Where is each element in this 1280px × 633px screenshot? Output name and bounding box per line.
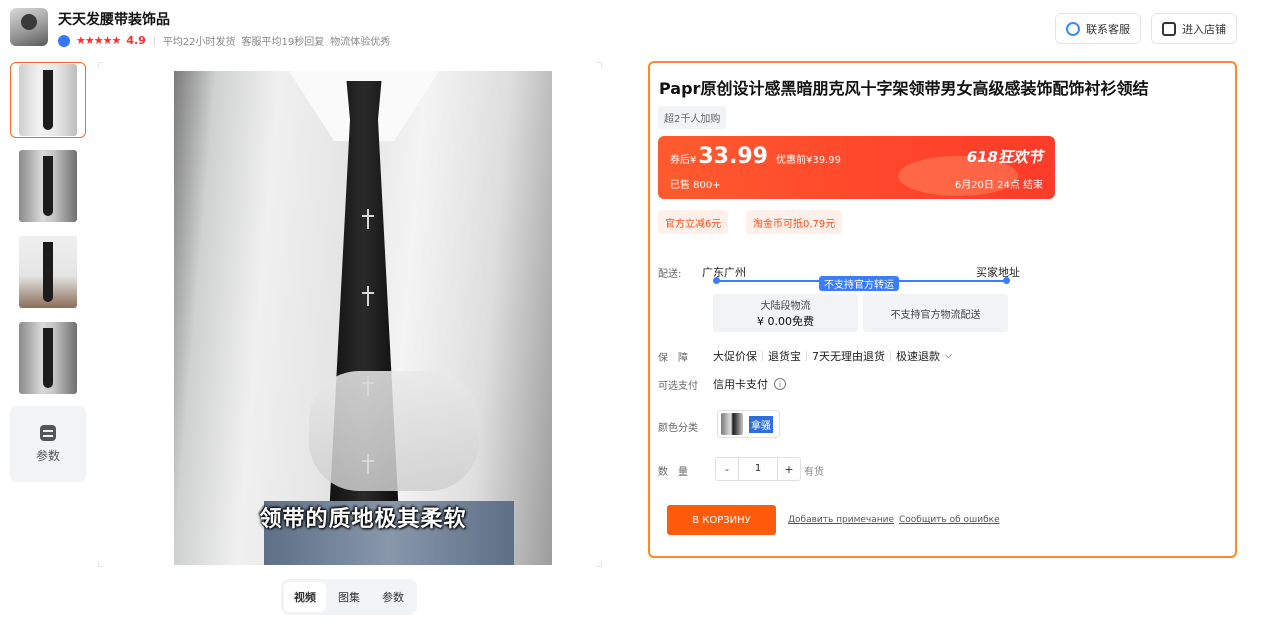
shipping-option-title: 大陆段物流 <box>760 301 811 312</box>
report-error-link[interactable]: Сообщить об ошибке <box>899 515 1000 525</box>
payment-label: 可选支付 <box>658 381 698 392</box>
thumbnail-image <box>19 322 77 394</box>
price-row: 券后¥ 33.99 优惠前¥39.99 <box>670 144 841 169</box>
price-prefix: 券后¥ <box>670 155 697 166</box>
media-tabs: 视频 图集 参数 <box>281 579 417 615</box>
shipping-label: 配送: <box>658 269 682 280</box>
price-banner: 券后¥ 33.99 优惠前¥39.99 已售 800+ 618狂欢节 6月20日… <box>658 136 1055 199</box>
necktie <box>329 81 399 565</box>
transship-notice: 不支持官方转运 <box>819 276 899 291</box>
shipping-option-mainland[interactable]: 大陆段物流 ¥ 0.00免费 <box>713 294 858 332</box>
cart-count-tag: 超2千人加购 <box>658 106 727 129</box>
divider <box>806 351 807 361</box>
tab-params[interactable]: 参数 <box>372 582 414 612</box>
payment-value: 信用卡支付 i <box>713 376 786 392</box>
add-to-cart-button[interactable]: В КОРЗИНУ <box>667 505 776 535</box>
color-swatch <box>721 413 743 435</box>
color-option-name: 拿骚 <box>749 415 773 433</box>
divider <box>762 351 763 361</box>
price-value: 33.99 <box>698 144 768 169</box>
main-product-image[interactable]: 领带的质地极其柔软 <box>174 71 552 565</box>
thumbnail-image <box>19 150 77 222</box>
video-caption: 领带的质地极其柔软 <box>259 506 467 532</box>
divider <box>890 351 891 361</box>
payment-method: 信用卡支付 <box>713 378 768 391</box>
sold-count: 已售 800+ <box>670 180 721 191</box>
shop-name[interactable]: 天天发腰带装饰品 <box>58 9 170 29</box>
shop-meta-logistics: 物流体验优秀 <box>330 37 391 48</box>
coupon-taojinbi[interactable]: 淘金币可抵0.79元 <box>746 210 843 234</box>
shop-badge-icon <box>58 34 70 47</box>
params-label: 参数 <box>35 448 60 463</box>
quantity-minus-button[interactable]: - <box>716 458 738 480</box>
color-label: 颜色分类 <box>658 423 698 434</box>
thumbnail-image <box>19 236 77 308</box>
quantity-plus-button[interactable]: + <box>778 458 800 480</box>
contact-service-button[interactable]: 联系客服 <box>1055 13 1141 44</box>
price-before-discount: 优惠前¥39.99 <box>775 155 841 166</box>
thumbnail-3[interactable] <box>10 234 86 310</box>
hands <box>309 371 479 491</box>
cross-emblem <box>362 454 374 474</box>
product-title: Papr原创设计感黑暗朋克风十字架领带男女高级感装饰配饰衬衫领结 <box>659 79 1149 98</box>
ship-from: 广东广州 <box>702 266 746 279</box>
shipping-option-official[interactable]: 不支持官方物流配送 <box>863 294 1008 332</box>
frame-corner <box>596 561 602 567</box>
thumbnail-list: 参数 <box>10 62 86 482</box>
tab-gallery[interactable]: 图集 <box>328 582 370 612</box>
event-name: 618狂欢节 <box>966 148 1043 166</box>
stock-status: 有货 <box>804 467 824 478</box>
divider <box>153 35 155 46</box>
quantity-label: 数 量 <box>658 467 688 478</box>
contact-service-label: 联系客服 <box>1086 22 1130 36</box>
thumbnail-1[interactable] <box>10 62 86 138</box>
ship-to[interactable]: 买家地址 <box>976 264 1020 280</box>
route-start-dot <box>713 277 720 284</box>
route-end-dot <box>1003 277 1010 284</box>
thumbnail-image <box>19 64 77 136</box>
guarantee-item: 大促价保 <box>713 350 757 363</box>
shipping-fee: ¥ 0.00免费 <box>757 315 814 328</box>
shop-meta-reply: 客服平均19秒回复 <box>241 37 325 48</box>
thumbnail-2[interactable] <box>10 148 86 224</box>
params-icon <box>40 424 56 441</box>
thumbnail-4[interactable] <box>10 320 86 396</box>
shop-meta-shipping: 平均22小时发货 <box>162 37 236 48</box>
event-end: 6月20日 24点 结束 <box>954 180 1043 191</box>
shop-rating: 4.9 <box>126 34 146 47</box>
enter-store-button[interactable]: 进入店铺 <box>1151 13 1237 44</box>
chevron-down-icon: ⌵ <box>945 351 952 361</box>
quantity-input[interactable]: 1 <box>738 458 778 480</box>
frame-corner <box>98 62 104 68</box>
frame-corner <box>98 561 104 567</box>
rating-stars: ★★★★★ <box>76 34 121 47</box>
tab-video[interactable]: 视频 <box>284 582 326 612</box>
shop-meta: ★★★★★ 4.9 平均22小时发货 客服平均19秒回复 物流体验优秀 <box>58 33 390 48</box>
color-option[interactable]: 拿骚 <box>717 410 780 438</box>
shipping-option-title: 不支持官方物流配送 <box>890 309 981 321</box>
store-icon <box>1162 21 1176 36</box>
cross-emblem <box>362 209 374 229</box>
add-note-link[interactable]: Добавить примечание <box>788 515 894 525</box>
params-button[interactable]: 参数 <box>10 406 86 482</box>
guarantee-list[interactable]: 大促价保 退货宝 7天无理由退货 极速退款 ⌵ <box>713 348 952 364</box>
guarantee-label: 保 障 <box>658 353 688 364</box>
shop-avatar[interactable] <box>10 8 48 46</box>
guarantee-item: 退货宝 <box>768 350 801 363</box>
product-info-panel: Papr原创设计感黑暗朋克风十字架领带男女高级感装饰配饰衬衫领结 超2千人加购 … <box>648 61 1237 558</box>
info-icon[interactable]: i <box>774 378 786 390</box>
coupon-official-discount[interactable]: 官方立减6元 <box>658 210 729 234</box>
chat-icon <box>1066 21 1080 36</box>
guarantee-item: 极速退款 <box>896 350 940 363</box>
guarantee-item: 7天无理由退货 <box>812 350 885 363</box>
frame-corner <box>596 62 602 68</box>
enter-store-label: 进入店铺 <box>1182 22 1226 36</box>
cross-emblem <box>362 376 374 396</box>
quantity-stepper: - 1 + <box>715 457 801 481</box>
cross-emblem <box>362 286 374 306</box>
